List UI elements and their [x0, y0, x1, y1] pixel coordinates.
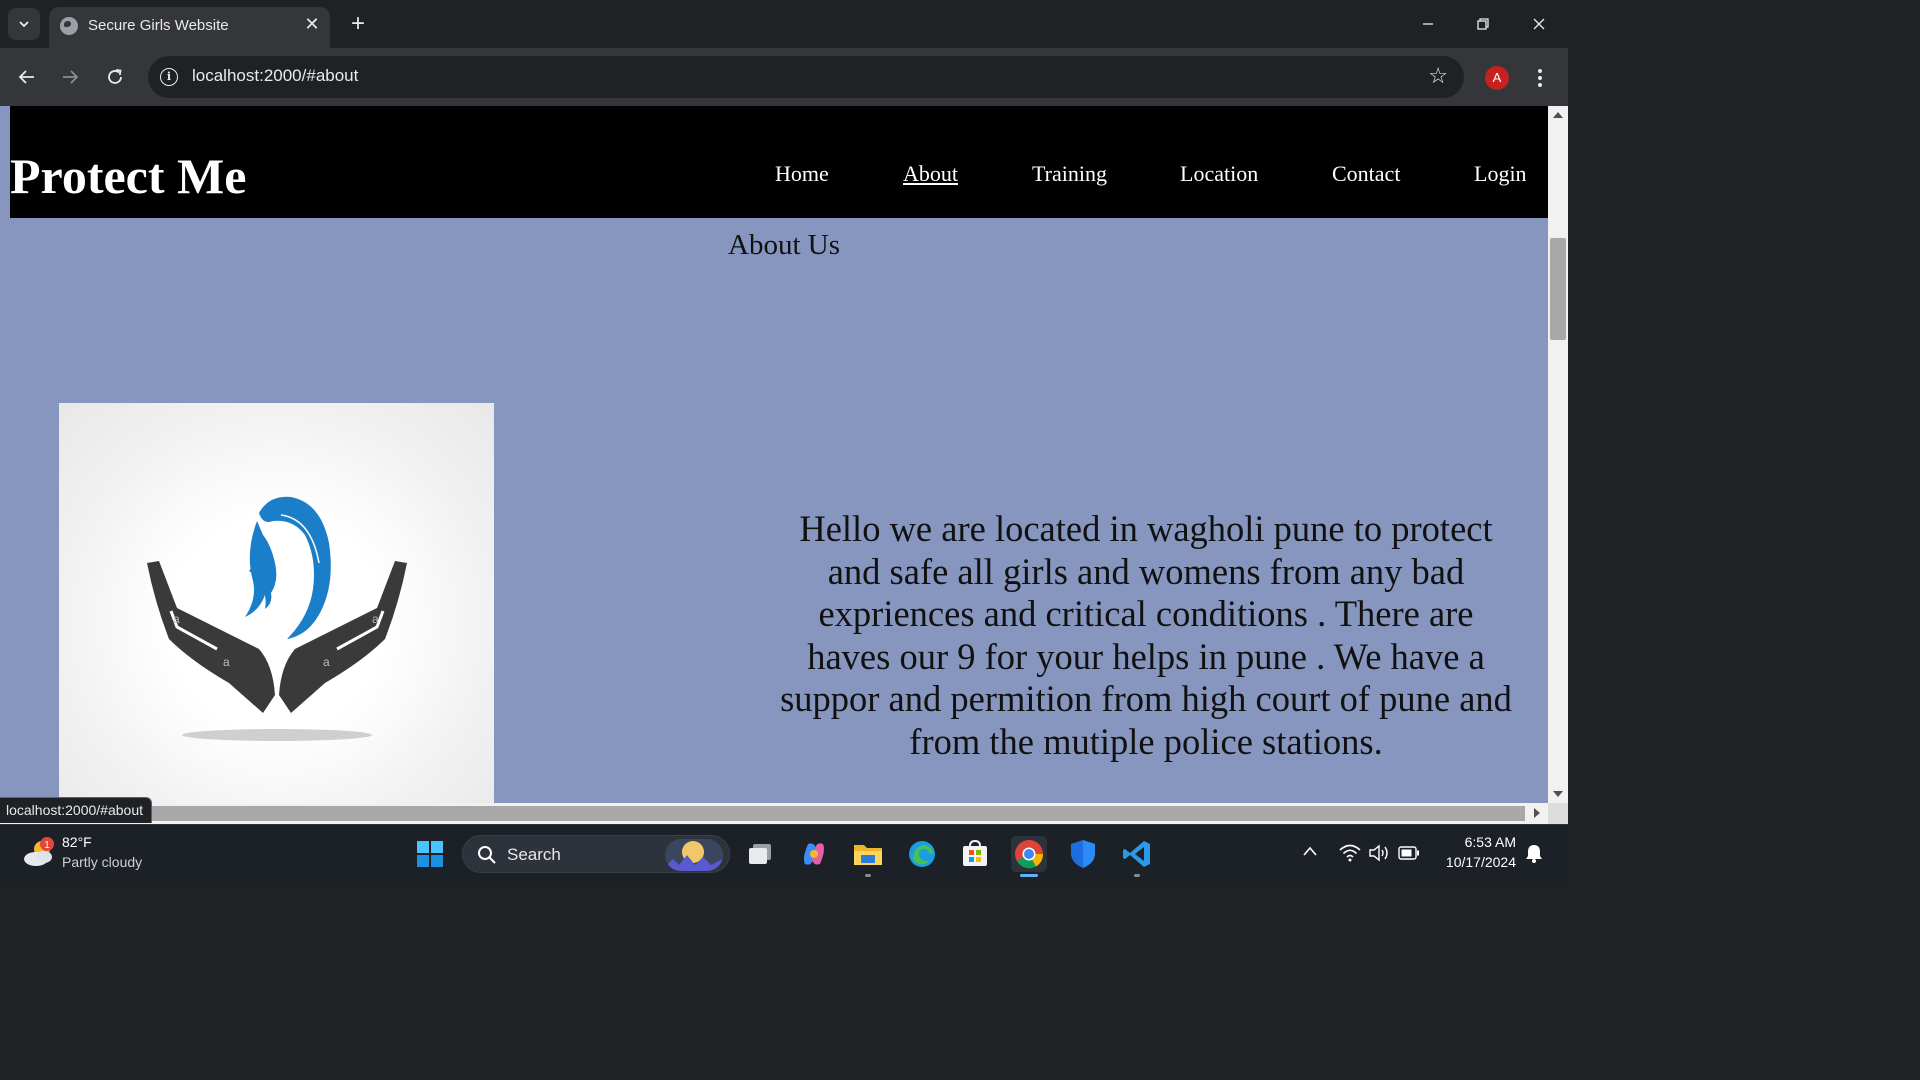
forward-arrow-icon: [63, 70, 79, 84]
chevron-down-icon: [19, 21, 29, 28]
restore-icon: [1477, 18, 1489, 30]
microsoft-store-button[interactable]: [957, 836, 993, 872]
search-icon: [478, 846, 496, 864]
tab-title: Secure Girls Website: [88, 17, 229, 34]
site-header: Protect Me Home About Training Location …: [10, 106, 1548, 218]
page-viewport: Protect Me Home About Training Location …: [0, 106, 1548, 803]
nav-login[interactable]: Login: [1474, 160, 1527, 188]
nav-location[interactable]: Location: [1180, 160, 1258, 188]
wifi-icon[interactable]: [1339, 844, 1361, 862]
about-description: Hello we are located in wagholi pune to …: [780, 508, 1512, 762]
watermark-letter: a: [372, 612, 379, 626]
horizontal-scroll-thumb[interactable]: [0, 806, 1525, 821]
weather-description[interactable]: Partly cloudy: [62, 854, 142, 870]
volume-icon[interactable]: [1368, 844, 1390, 862]
watermark-letter: a: [323, 655, 330, 669]
chrome-button[interactable]: [1011, 836, 1047, 877]
defender-icon: [1071, 840, 1095, 868]
scrollbar-corner: [1548, 803, 1568, 824]
chrome-icon: [1015, 840, 1044, 869]
task-view-button[interactable]: [742, 836, 778, 872]
weather-temperature[interactable]: 82°F: [62, 834, 92, 850]
globe-icon: [60, 17, 78, 35]
chevron-up-icon[interactable]: [1302, 845, 1318, 857]
running-indicator: [865, 874, 871, 877]
file-explorer-button[interactable]: [850, 836, 886, 877]
scroll-down-icon[interactable]: [1553, 791, 1563, 797]
protect-women-logo-image: a a a a: [59, 403, 494, 803]
horizontal-scrollbar[interactable]: [0, 803, 1548, 824]
watermark-letter: a: [223, 655, 230, 669]
vscode-icon: [1123, 841, 1150, 867]
back-button[interactable]: [11, 61, 43, 93]
taskbar-search[interactable]: Search: [462, 835, 730, 873]
new-tab-button[interactable]: +: [345, 12, 371, 38]
browser-tab-strip: Secure Girls Website ✕ +: [0, 0, 1568, 48]
nav-about[interactable]: About: [903, 160, 958, 188]
hands-protecting-woman-icon: a a a a: [147, 496, 407, 741]
vscode-button[interactable]: [1119, 836, 1155, 877]
bookmark-star-icon[interactable]: ☆: [1428, 64, 1448, 88]
nav-home[interactable]: Home: [775, 160, 829, 188]
windows-taskbar: 1 82°F Partly cloudy Search 6:53 AM 10/1…: [0, 824, 1568, 882]
search-label: Search: [507, 845, 561, 864]
profile-avatar[interactable]: A: [1485, 66, 1509, 90]
notification-bell-icon[interactable]: [1525, 843, 1543, 863]
reload-icon: [108, 69, 122, 84]
browser-menu-icon[interactable]: [1530, 64, 1550, 92]
copilot-button[interactable]: [796, 836, 832, 872]
minimize-icon: [1423, 23, 1433, 25]
close-tab-icon[interactable]: ✕: [302, 14, 322, 34]
site-info-icon[interactable]: i: [160, 68, 178, 86]
file-explorer-icon: [854, 845, 882, 865]
task-view-icon: [749, 844, 771, 864]
microsoft-store-icon: [963, 840, 987, 866]
battery-icon[interactable]: [1398, 846, 1420, 860]
reload-button[interactable]: [99, 61, 131, 93]
watermark-letter: a: [173, 612, 180, 626]
site-logo[interactable]: Protect Me: [10, 146, 246, 206]
tab-search-button[interactable]: [8, 8, 40, 40]
link-status-bubble: localhost:2000/#about: [0, 797, 152, 823]
defender-button[interactable]: [1065, 836, 1101, 872]
address-bar[interactable]: i localhost:2000/#about ☆: [148, 56, 1464, 98]
windows-start-icon: [417, 841, 443, 867]
vertical-scroll-thumb[interactable]: [1550, 238, 1566, 340]
minimize-button[interactable]: [1408, 8, 1448, 40]
back-arrow-icon: [18, 70, 34, 84]
clock-time[interactable]: 6:53 AM: [1440, 834, 1516, 850]
start-button[interactable]: [412, 836, 448, 872]
restore-button[interactable]: [1463, 8, 1503, 40]
vertical-scrollbar[interactable]: [1548, 106, 1568, 803]
close-icon: [1533, 18, 1545, 30]
partly-cloudy-icon: 1: [24, 837, 54, 866]
nav-training[interactable]: Training: [1032, 160, 1107, 188]
edge-icon: [909, 841, 935, 867]
active-indicator: [1020, 874, 1038, 877]
edge-button[interactable]: [904, 836, 940, 872]
copilot-icon: [804, 843, 824, 865]
running-indicator: [1134, 874, 1140, 877]
forward-button[interactable]: [54, 61, 86, 93]
scroll-up-icon[interactable]: [1553, 112, 1563, 118]
scroll-right-icon[interactable]: [1534, 808, 1540, 818]
nav-contact[interactable]: Contact: [1332, 160, 1400, 188]
search-highlight-image: [665, 839, 723, 871]
weather-badge: 1: [44, 840, 50, 851]
browser-toolbar: i localhost:2000/#about ☆ A: [0, 48, 1568, 106]
about-heading: About Us: [728, 229, 840, 261]
weather-widget[interactable]: 1: [22, 837, 56, 869]
browser-tab[interactable]: Secure Girls Website ✕: [49, 7, 330, 48]
clock-date[interactable]: 10/17/2024: [1430, 854, 1516, 870]
close-window-button[interactable]: [1519, 8, 1559, 40]
url-text[interactable]: localhost:2000/#about: [192, 66, 358, 86]
